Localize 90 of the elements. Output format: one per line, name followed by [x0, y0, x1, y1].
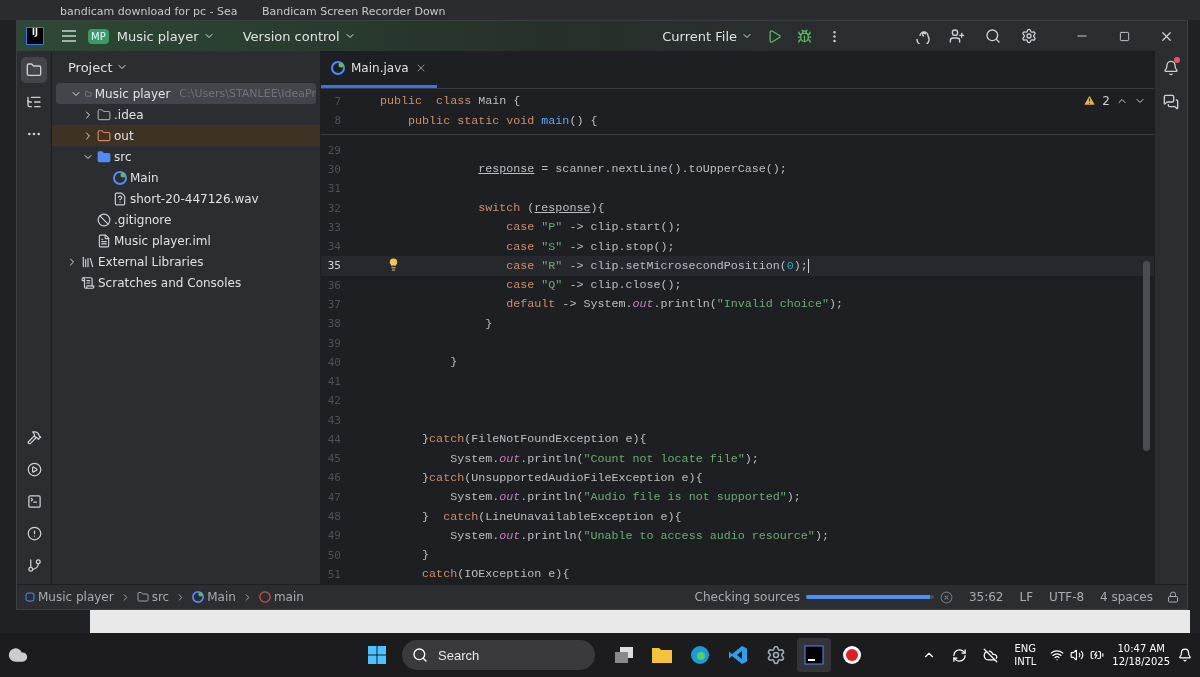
app-logo: IJ [26, 27, 44, 45]
tree-label: src [114, 149, 132, 164]
file-icon [97, 233, 111, 248]
browser-tab[interactable]: Bandicam Screen Recorder Down [262, 4, 452, 20]
language-indicator[interactable]: ENG INTL [1014, 642, 1037, 668]
lock-icon[interactable] [1167, 591, 1179, 603]
caret-position[interactable]: 35:62 [968, 590, 1004, 604]
code-line: catch(IOException e){ [422, 567, 570, 582]
tree-label: Music player.iml [114, 233, 211, 248]
tree-item[interactable]: Music player.iml [52, 230, 320, 251]
code-line: switch (response){ [478, 201, 605, 216]
code-line: public class Main { [380, 94, 521, 109]
encoding[interactable]: UTF-8 [1049, 590, 1085, 604]
folder-icon [97, 107, 111, 122]
warning-icon [1083, 94, 1097, 108]
tree-label: Main [130, 170, 159, 185]
code-line: case "Q" -> clip.close(); [506, 278, 682, 293]
class-icon [192, 591, 205, 603]
code-line: System.out.println("Unable to access audio resource"); [450, 528, 829, 543]
weather-icon[interactable] [8, 645, 28, 665]
taskbar-search[interactable]: Search [402, 640, 595, 670]
browser-tab[interactable]: bandicam download for pc - Sea [60, 4, 250, 20]
tree-item[interactable]: src [52, 146, 320, 167]
line-ending[interactable]: LF [1019, 590, 1034, 604]
code-line: System.out.println("Audio file is not supported"); [450, 490, 801, 505]
tree-label: .gitignore [114, 212, 172, 227]
method-icon [258, 591, 271, 603]
folder-icon [97, 128, 111, 143]
project-badge: MP [88, 28, 109, 44]
code-line: }catch(FileNotFoundException e){ [422, 432, 647, 447]
scrollbar[interactable] [1143, 261, 1150, 451]
tree-item[interactable]: Scratches and Consoles [52, 272, 320, 293]
tree-item[interactable]: out [52, 125, 320, 146]
folder-icon[interactable] [21, 57, 47, 83]
tree-item[interactable]: short-20-447126.wav [52, 188, 320, 209]
code-line: } [450, 355, 458, 370]
tree-label: out [114, 128, 134, 143]
scratches-icon [81, 275, 95, 290]
lightbulb-icon[interactable] [387, 258, 400, 272]
wifi-icon[interactable] [1050, 648, 1065, 662]
tree-item[interactable]: External Libraries [52, 251, 320, 272]
volume-icon[interactable] [1070, 648, 1085, 662]
tree-label: .idea [114, 107, 144, 122]
code-line: } catch(LineUnavailableException e){ [422, 509, 682, 524]
folder-icon [136, 591, 149, 603]
code-line: default -> System.out.println("Invalid choice"); [506, 297, 843, 312]
ignore-icon [97, 212, 111, 227]
battery-icon[interactable] [1090, 648, 1105, 662]
breadcrumb[interactable]: Music player [25, 590, 114, 604]
clock[interactable]: 10:47 AM 12/18/2025 [1112, 642, 1170, 668]
search-icon [412, 647, 428, 663]
run-config-dropdown[interactable]: Current File [656, 24, 759, 48]
file-icon [113, 191, 127, 206]
breadcrumb[interactable]: Main [192, 590, 236, 604]
code-line: } [422, 548, 430, 563]
vcs-dropdown[interactable]: Version control [236, 24, 362, 48]
line-number: 35 [326, 259, 341, 273]
code-line: System.out.println("Count not locate file"); [450, 451, 759, 466]
breadcrumb[interactable]: main [258, 590, 304, 604]
bell-icon[interactable] [1178, 648, 1192, 662]
class-icon [331, 60, 345, 75]
library-icon [81, 254, 95, 269]
tree-label: short-20-447126.wav [130, 191, 259, 206]
tree-label: Scratches and Consoles [98, 275, 242, 290]
tree-item[interactable]: .gitignore [52, 209, 320, 230]
indent-setting[interactable]: 4 spaces [1100, 590, 1153, 604]
code-line: public static void main() { [408, 113, 598, 128]
tree-item[interactable]: .idea [52, 104, 320, 125]
project-selector[interactable]: MP Music player [82, 24, 221, 48]
class-icon [113, 170, 127, 185]
cancel-icon[interactable] [939, 590, 953, 604]
folder-icon [97, 149, 111, 164]
view-dropdown[interactable]: Project [62, 55, 135, 79]
cloud-off-icon[interactable] [983, 647, 999, 663]
breadcrumb[interactable]: src [136, 590, 170, 604]
code-line: case "S" -> clip.stop(); [506, 239, 675, 254]
code-line: response = scanner.nextLine().toUpperCase(); [478, 162, 787, 177]
code-line: case "R" -> clip.setMicrosecondPosition(0); [506, 258, 808, 273]
code-line: case "P" -> clip.start(); [506, 220, 682, 235]
module-icon [25, 592, 35, 602]
tree-label: Music player [94, 86, 171, 101]
code-line: }catch(UnsupportedAudioFileException e){ [422, 470, 703, 485]
sync-icon[interactable] [952, 647, 968, 663]
tree-item[interactable]: Main [52, 167, 320, 188]
tree-label: External Libraries [98, 254, 204, 269]
warning-count: 2 [1102, 93, 1110, 108]
task-status: Checking sources [694, 590, 800, 604]
code-line: } [485, 316, 493, 331]
text-caret [807, 258, 809, 273]
search-field[interactable]: Search [436, 646, 570, 664]
